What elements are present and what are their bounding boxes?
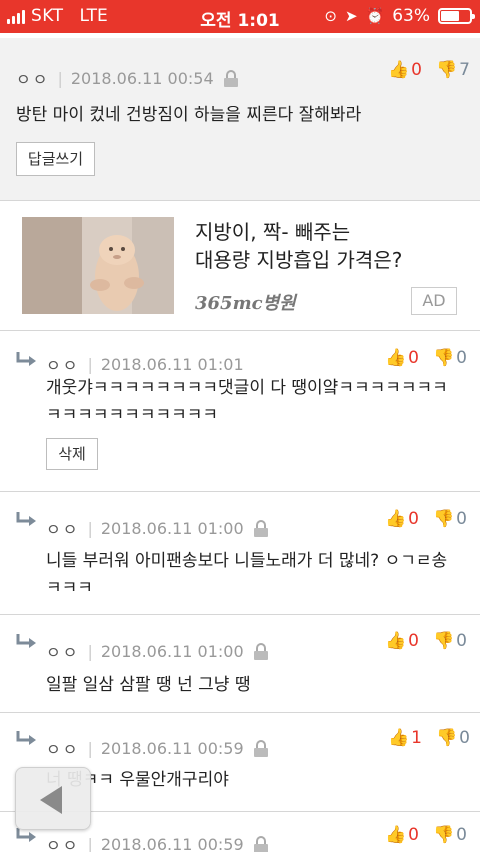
like-button[interactable]: 👍 0 (388, 60, 422, 80)
author-name: ㅇㅇ (46, 740, 80, 759)
reply-meta: ㅇㅇ | 2018.06.11 00:59 (46, 736, 268, 760)
thumbs-down-icon: 👎 (436, 60, 458, 80)
thumbs-up-icon: 👍 (385, 348, 407, 368)
like-count: 0 (411, 60, 422, 80)
thumbs-down-icon: 👎 (433, 348, 455, 368)
dislike-count: 0 (456, 825, 467, 845)
comment-text-line: 개웃갸ㅋㅋㅋㅋㅋㅋㅋㅋ댓글이 다 땡이얔ㅋㅋㅋㅋㅋㅋㅋ (46, 378, 448, 398)
thumbs-down-icon: 👎 (433, 631, 455, 651)
comment-date: 2018.06.11 00:59 (100, 738, 244, 758)
comment-text: 일팔 일삼 삼팔 땡 넌 그냥 땡 (46, 675, 251, 695)
dislike-count: 0 (456, 348, 467, 368)
battery-percent: 63% (392, 6, 430, 26)
vote-box: 👍 0 👎 0 (385, 348, 467, 368)
comment-date: 2018.06.11 01:00 (100, 641, 244, 661)
thumbs-up-icon: 👍 (385, 631, 407, 651)
back-arrow-icon (40, 786, 62, 814)
like-button[interactable]: 👍 0 (385, 348, 419, 368)
like-button[interactable]: 👍 0 (385, 509, 419, 529)
thumbs-up-icon: 👍 (388, 60, 410, 80)
alarm-icon: ⏰ (365, 7, 385, 25)
comment-text-line: ㅋㅋㅋㅋㅋㅋㅋㅋㅋㅋㅋ (46, 405, 219, 425)
reply-meta: ㅇㅇ | 2018.06.11 01:00 (46, 639, 268, 663)
dislike-count: 0 (456, 631, 467, 651)
back-button[interactable] (15, 767, 91, 830)
dislike-button[interactable]: 👎 0 (433, 348, 467, 368)
reply-meta: ㅇㅇ | 2018.06.11 01:01 (46, 352, 244, 376)
dislike-count: 0 (456, 509, 467, 529)
like-count: 1 (411, 728, 422, 748)
reply-meta: ㅇㅇ | 2018.06.11 00:59 (46, 832, 268, 852)
dislike-count: 0 (459, 728, 470, 748)
thumbs-down-icon: 👎 (436, 728, 458, 748)
rotation-lock-icon: ⊙ (324, 7, 337, 25)
dislike-button[interactable]: 👎 0 (433, 509, 467, 529)
like-button[interactable]: 👍 0 (385, 631, 419, 651)
lock-icon (253, 642, 268, 660)
like-count: 0 (408, 825, 419, 845)
comment-date: 2018.06.11 01:01 (100, 354, 244, 374)
lock-icon (253, 835, 268, 852)
ad-image[interactable] (22, 217, 174, 314)
thumbs-down-icon: 👎 (433, 825, 455, 845)
author-name: ㅇㅇ (46, 520, 80, 539)
vote-box: 👍 1 👎 0 (388, 728, 470, 748)
comment-date: 2018.06.11 01:00 (100, 518, 244, 538)
battery-icon (438, 8, 475, 24)
ad-brand-logo: 365mc병원 (195, 293, 296, 314)
like-count: 0 (408, 348, 419, 368)
author-name: ㅇㅇ (46, 643, 80, 662)
ad-title-line: 지방이, 짝- 빼주는 (195, 220, 351, 244)
like-count: 0 (408, 631, 419, 651)
author-name: ㅇㅇ (46, 356, 80, 375)
ad-badge: AD (411, 287, 457, 315)
reply-arrow-icon (16, 731, 38, 747)
comment-date: 2018.06.11 00:59 (100, 834, 244, 852)
like-count: 0 (408, 509, 419, 529)
comment-text: 개웃갸ㅋㅋㅋㅋㅋㅋㅋㅋ댓글이 다 땡이얔ㅋㅋㅋㅋㅋㅋㅋ ㅋㅋㅋㅋㅋㅋㅋㅋㅋㅋㅋ (46, 375, 466, 429)
dislike-button[interactable]: 👎 0 (433, 631, 467, 651)
comment-text-line: ㅋㅋㅋ (46, 578, 93, 598)
reply-arrow-icon (16, 634, 38, 650)
dislike-count: 7 (459, 60, 470, 80)
lock-icon (253, 519, 268, 537)
comment-text-line: 니들 부러워 아미팬송보다 니들노래가 더 많네? ㅇㄱㄹ송 (46, 551, 448, 571)
author-name: ㅇㅇ (16, 70, 50, 89)
ad-title-line: 대용량 지방흡입 가격은? (195, 248, 403, 272)
thumbs-up-icon: 👍 (388, 728, 410, 748)
comment-meta: ㅇㅇ | 2018.06.11 00:54 (16, 66, 238, 90)
vote-box: 👍 0 👎 7 (388, 60, 470, 80)
author-name: ㅇㅇ (46, 836, 80, 852)
reply-arrow-icon (16, 352, 38, 368)
vote-box: 👍 0 👎 0 (385, 825, 467, 845)
reply-arrow-icon (16, 828, 38, 844)
comment-date: 2018.06.11 00:54 (70, 68, 214, 88)
like-button[interactable]: 👍 0 (385, 825, 419, 845)
reply-arrow-icon (16, 512, 38, 528)
dislike-button[interactable]: 👎 7 (436, 60, 470, 80)
dislike-button[interactable]: 👎 0 (436, 728, 470, 748)
ad-title[interactable]: 지방이, 짝- 빼주는 대용량 지방흡입 가격은? (195, 218, 402, 274)
lock-icon (223, 69, 238, 87)
vote-box: 👍 0 👎 0 (385, 631, 467, 651)
thumbs-up-icon: 👍 (385, 509, 407, 529)
reply-button[interactable]: 답글쓰기 (16, 142, 95, 176)
thumbs-down-icon: 👎 (433, 509, 455, 529)
comment-text: 방탄 마이 컸네 건방짐이 하늘을 찌른다 잘해봐라 (16, 105, 362, 125)
reply-meta: ㅇㅇ | 2018.06.11 01:00 (46, 516, 268, 540)
like-button[interactable]: 👍 1 (388, 728, 422, 748)
vote-box: 👍 0 👎 0 (385, 509, 467, 529)
thumbs-up-icon: 👍 (385, 825, 407, 845)
delete-button[interactable]: 삭제 (46, 438, 98, 470)
status-bar: SKT LTE 오전 1:01 ⊙ ➤ ⏰ 63% (0, 0, 480, 33)
dislike-button[interactable]: 👎 0 (433, 825, 467, 845)
location-icon: ➤ (344, 7, 358, 25)
comment-text: 너 땡ㅋㅋ 우물안개구리야 (46, 770, 229, 790)
lock-icon (253, 739, 268, 757)
comment-text: 니들 부러워 아미팬송보다 니들노래가 더 많네? ㅇㄱㄹ송 ㅋㅋㅋ (46, 548, 466, 602)
